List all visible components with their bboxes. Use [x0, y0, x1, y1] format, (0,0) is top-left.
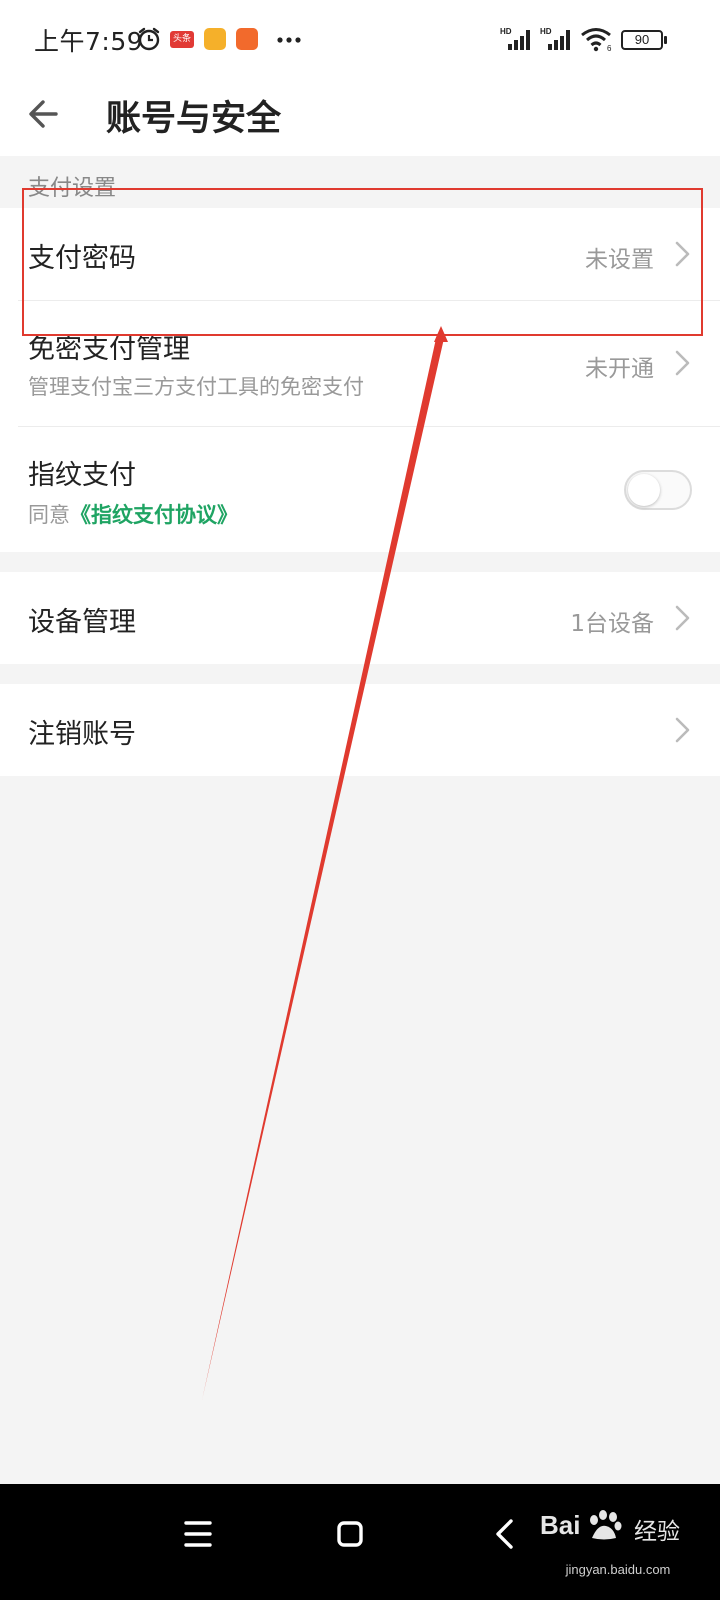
battery-tip [664, 36, 667, 44]
watermark-url: jingyan.baidu.com [565, 1562, 671, 1577]
fingerprint-agreement-link[interactable]: 《指纹支付协议》 [70, 503, 238, 527]
notes-app-icon [204, 28, 226, 50]
watermark-brand: Bai [540, 1510, 581, 1540]
cancel-account-card: 注销账号 [0, 684, 720, 776]
fingerprint-payment-title: 指纹支付 [28, 460, 136, 491]
fingerprint-payment-subtitle: 同意《指纹支付协议》 [28, 499, 238, 529]
toutiao-app-icon: 头条 [170, 31, 194, 48]
chevron-right-icon [675, 717, 690, 743]
system-nav-bar: Bai 经验 jingyan.baidu.com [0, 1484, 720, 1600]
wifi-icon: 6 [581, 28, 612, 52]
payment-settings-card: 支付密码 未设置 免密支付管理 管理支付宝三方支付工具的免密支付 未开通 指纹支… [0, 208, 720, 552]
nav-back-icon[interactable] [476, 1504, 536, 1564]
device-management-row[interactable]: 设备管理 1台设备 [0, 572, 720, 664]
svg-text:6: 6 [607, 44, 612, 52]
baidu-jingyan-watermark: Bai 经验 jingyan.baidu.com [538, 1506, 698, 1582]
baidu-paw-icon [590, 1510, 622, 1540]
chevron-right-icon [675, 241, 690, 267]
toggle-knob [628, 474, 660, 506]
kuaishou-app-icon [236, 28, 258, 50]
app-bar: 账号与安全 [0, 80, 720, 156]
device-management-title: 设备管理 [28, 607, 136, 638]
battery-level: 90 [634, 32, 650, 47]
cancel-account-title: 注销账号 [28, 719, 136, 750]
password-free-payment-status: 未开通 [585, 356, 654, 382]
signal-hd-icon-2: HD [540, 27, 570, 50]
home-icon[interactable] [320, 1504, 380, 1564]
payment-password-status: 未设置 [585, 247, 654, 273]
page-title: 账号与安全 [106, 99, 282, 139]
chevron-right-icon [675, 605, 690, 631]
status-time: 上午7:59 [34, 27, 144, 56]
fingerprint-payment-toggle[interactable] [624, 470, 692, 510]
more-notifications-icon [277, 37, 301, 43]
agree-text: 同意 [28, 503, 70, 527]
svg-text:HD: HD [500, 27, 512, 36]
watermark-suffix: 经验 [634, 1519, 680, 1545]
password-free-payment-subtitle: 管理支付宝三方支付工具的免密支付 [28, 375, 364, 399]
svg-text:HD: HD [540, 27, 552, 36]
payment-section-label: 支付设置 [28, 176, 117, 201]
alarm-icon [138, 27, 160, 51]
password-free-payment-title: 免密支付管理 [28, 334, 190, 365]
signal-hd-icon: HD [500, 27, 530, 50]
device-count: 1台设备 [570, 611, 654, 637]
password-free-payment-row[interactable]: 免密支付管理 管理支付宝三方支付工具的免密支付 未开通 [0, 301, 720, 425]
payment-password-title: 支付密码 [28, 243, 136, 274]
cancel-account-row[interactable]: 注销账号 [0, 684, 720, 776]
fingerprint-payment-row: 指纹支付 同意《指纹支付协议》 [0, 427, 720, 552]
back-arrow-icon[interactable] [26, 94, 66, 134]
payment-password-row[interactable]: 支付密码 未设置 [0, 208, 720, 300]
menu-icon[interactable] [168, 1504, 228, 1564]
device-card: 设备管理 1台设备 [0, 572, 720, 664]
chevron-right-icon [675, 350, 690, 376]
battery-icon: 90 [621, 30, 663, 50]
status-bar: 上午7:59 头条 HD HD 6 90 [0, 0, 720, 80]
